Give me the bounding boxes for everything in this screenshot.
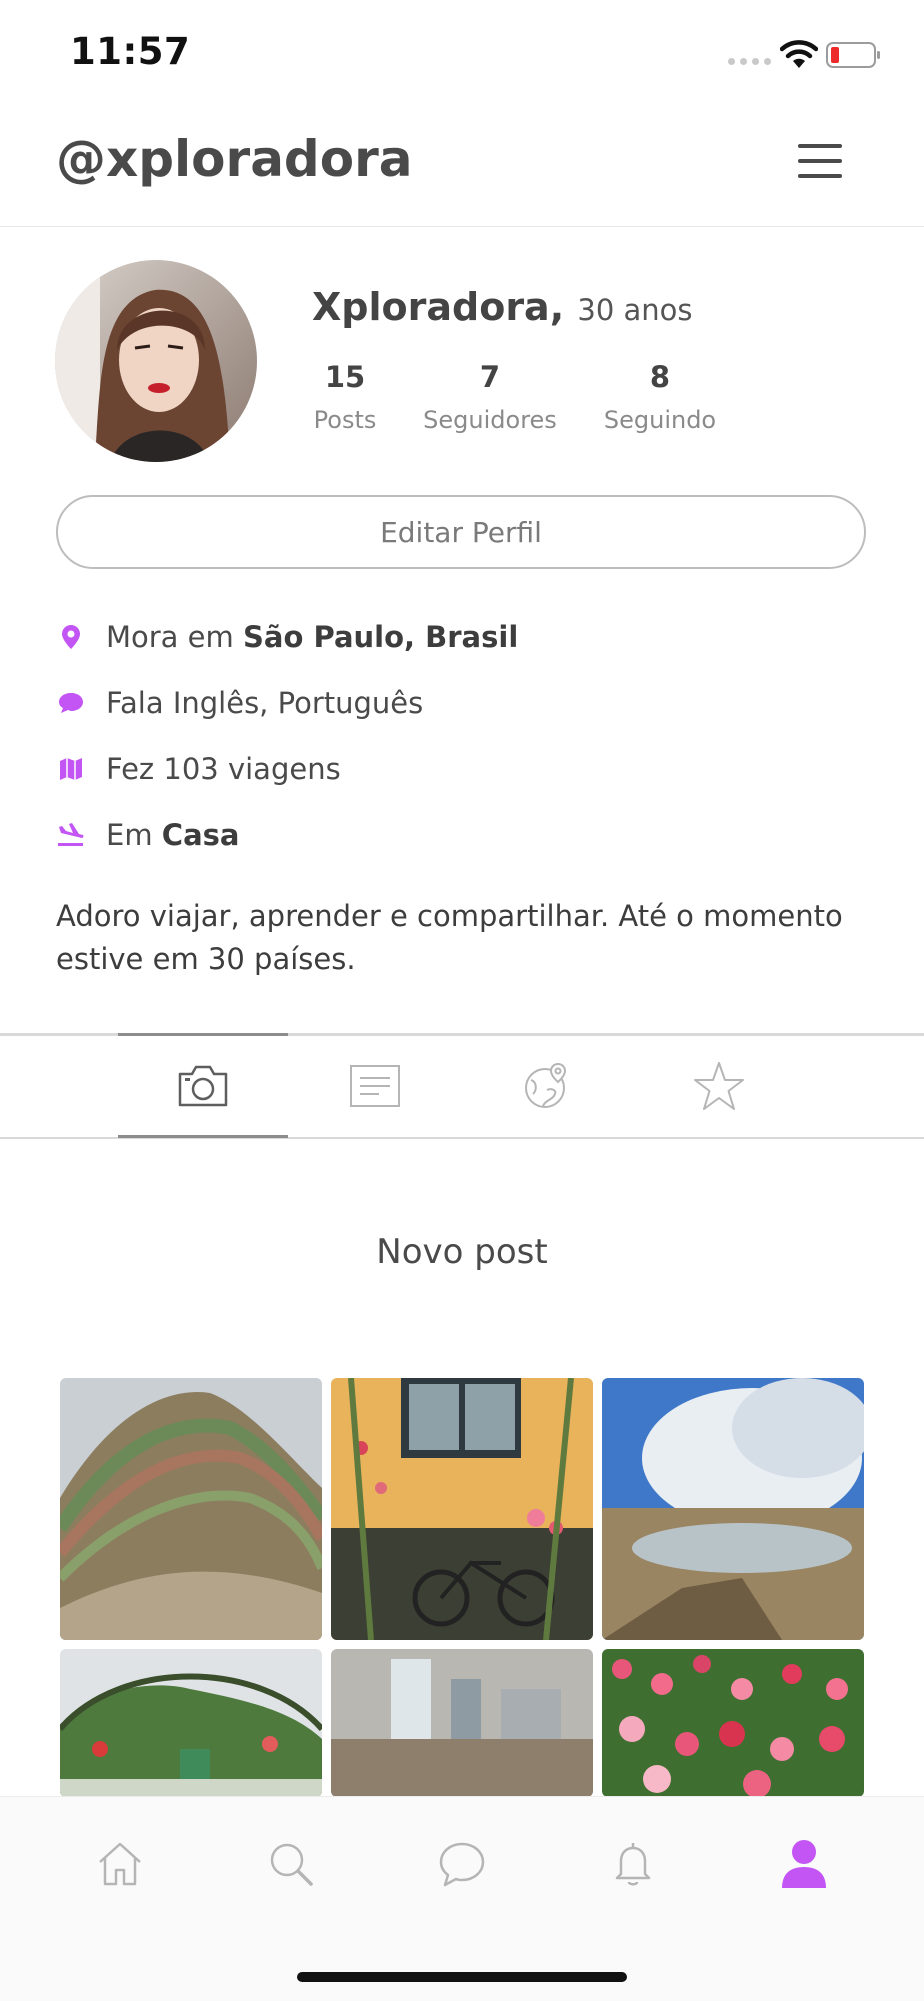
- globe-pin-icon: [525, 1062, 567, 1108]
- stat-following-value: 8: [649, 360, 671, 394]
- tab-photos[interactable]: [118, 1040, 288, 1132]
- cellular-signal-icon: [728, 58, 771, 65]
- stat-posts-label: Posts: [313, 406, 377, 434]
- status-time: 11:57: [70, 30, 191, 73]
- stat-posts-value: 15: [324, 360, 366, 394]
- info-trips: Fez 103 viagens: [56, 752, 341, 786]
- grid-photo[interactable]: [60, 1378, 322, 1640]
- profile-age: 30 anos: [577, 293, 693, 327]
- profile-bio: Adoro viajar, aprender e compartilhar. A…: [56, 899, 843, 976]
- star-icon: [694, 1062, 744, 1110]
- profile-name: Xploradora, 30 anos: [312, 285, 693, 329]
- stat-followers[interactable]: 7 Seguidores: [415, 360, 565, 434]
- location-value: São Paulo, Brasil: [243, 620, 519, 654]
- location-pin-icon: [56, 622, 86, 652]
- camera-icon: [178, 1065, 228, 1107]
- tab-active-indicator: [118, 1135, 288, 1138]
- grid-photo[interactable]: [331, 1649, 593, 1797]
- location-prefix: Mora em: [106, 620, 234, 654]
- stat-following-label: Seguindo: [603, 406, 717, 434]
- map-icon: [56, 754, 86, 784]
- wifi-icon: [780, 40, 818, 68]
- grid-photo[interactable]: [602, 1378, 864, 1640]
- profile-name-text: Xploradora,: [312, 285, 565, 329]
- home-icon: [99, 1842, 141, 1886]
- grid-photo[interactable]: [331, 1378, 593, 1640]
- tab-posts[interactable]: [290, 1040, 460, 1132]
- avatar[interactable]: [55, 260, 257, 462]
- tab-favorites[interactable]: [634, 1040, 804, 1132]
- airplane-landing-icon: [56, 820, 86, 850]
- bell-icon: [615, 1843, 651, 1886]
- edit-profile-button[interactable]: Editar Perfil: [56, 495, 866, 569]
- tab-places[interactable]: [462, 1040, 632, 1132]
- stat-followers-value: 7: [479, 360, 501, 394]
- bottom-nav: [0, 1796, 924, 2001]
- stat-followers-label: Seguidores: [423, 406, 557, 434]
- tab-active-indicator-top: [118, 1033, 288, 1036]
- search-icon: [270, 1843, 313, 1886]
- stat-posts[interactable]: 15 Posts: [305, 360, 385, 434]
- speech-bubble-icon: [56, 688, 86, 718]
- nav-notifications[interactable]: [603, 1834, 663, 1894]
- profile-handle: @xploradora: [56, 130, 413, 188]
- nav-search[interactable]: [261, 1834, 321, 1894]
- nav-profile[interactable]: [774, 1834, 834, 1894]
- new-post-button[interactable]: Novo post: [0, 1232, 924, 1272]
- battery-icon: [826, 42, 880, 68]
- chat-icon: [439, 1842, 485, 1887]
- languages-text: Fala Inglês, Português: [106, 686, 424, 720]
- nav-home[interactable]: [90, 1834, 150, 1894]
- status-value: Casa: [161, 818, 240, 852]
- trips-text: Fez 103 viagens: [106, 752, 341, 786]
- status-prefix: Em: [106, 818, 153, 852]
- grid-photo[interactable]: [602, 1649, 864, 1797]
- info-status: Em Casa: [56, 818, 239, 852]
- hamburger-menu-icon[interactable]: [796, 142, 846, 180]
- home-indicator: [297, 1972, 627, 1982]
- info-languages: Fala Inglês, Português: [56, 686, 423, 720]
- nav-messages[interactable]: [432, 1834, 492, 1894]
- header-divider: [0, 226, 924, 227]
- grid-photo[interactable]: [60, 1649, 322, 1797]
- stat-following[interactable]: 8 Seguindo: [595, 360, 725, 434]
- info-location: Mora em São Paulo, Brasil: [56, 620, 518, 654]
- list-icon: [350, 1065, 400, 1107]
- profile-icon: [782, 1840, 826, 1888]
